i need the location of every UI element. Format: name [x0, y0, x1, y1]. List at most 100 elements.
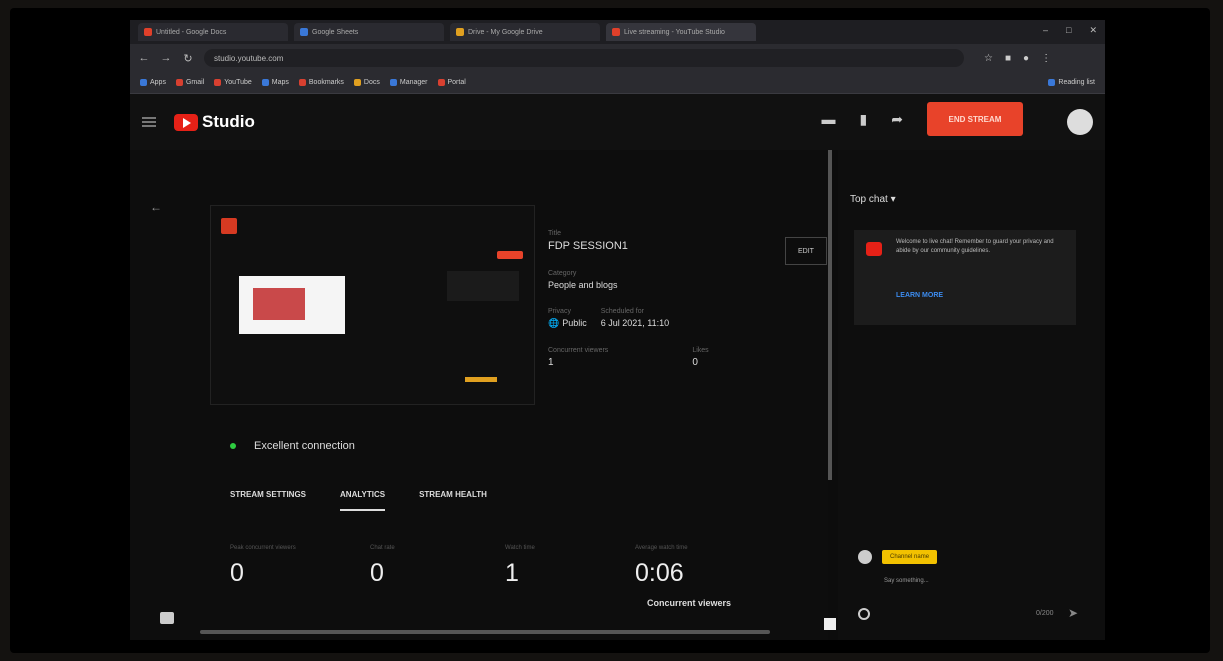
bookmark[interactable]: Apps [140, 79, 166, 86]
tab-stream-settings[interactable]: STREAM SETTINGS [230, 490, 306, 511]
metric-caption: Chat rate [370, 545, 395, 551]
privacy-row: Privacy 🌐 Public Scheduled for 6 Jul 2021… [548, 308, 798, 329]
browser-tab[interactable]: Drive - My Google Drive [450, 23, 600, 41]
concurrent-label: Concurrent viewers [548, 347, 609, 354]
bookmark-label: Gmail [185, 79, 205, 86]
menu-icon[interactable]: ⋮ [1041, 53, 1051, 64]
send-icon[interactable]: ➤ [1068, 606, 1078, 620]
tab-title: Drive - My Google Drive [468, 28, 543, 36]
mini-preview [447, 271, 519, 301]
tabs: STREAM SETTINGS ANALYTICS STREAM HEALTH [230, 490, 487, 511]
bookmark-icon [298, 79, 306, 86]
sheets-icon [300, 28, 308, 36]
bookmark[interactable]: Docs [353, 79, 380, 86]
tab-strip: Untitled - Google Docs Google Sheets Dri… [130, 20, 1105, 44]
bookmark[interactable]: Bookmarks [298, 79, 344, 86]
chat-input[interactable]: Say something... [884, 578, 929, 584]
chat-mode-dropdown[interactable]: Top chat ▾ [850, 194, 896, 205]
chart-label: Concurrent viewers [647, 598, 732, 608]
tab-analytics[interactable]: ANALYTICS [340, 490, 386, 511]
concurrent-value: 1 [548, 357, 554, 368]
extension-icon[interactable]: ■ [1005, 53, 1011, 64]
panel-scrollbar[interactable] [828, 150, 832, 480]
back-icon[interactable]: ← [138, 52, 150, 64]
metrics-row: Peak concurrent viewers 0 Chat rate 0 Wa… [230, 545, 750, 605]
avatar [858, 550, 872, 564]
bookmark[interactable]: Gmail [175, 79, 205, 86]
feedback-icon[interactable] [160, 612, 174, 624]
bookmark[interactable]: Reading list [1048, 79, 1095, 86]
likes-label: Likes [692, 347, 709, 354]
logo-text: Studio [202, 112, 255, 131]
address-bar: ← → ↻ studio.youtube.com ☆ ■ ● ⋮ [130, 44, 1105, 72]
end-stream-button[interactable]: END STREAM [927, 102, 1023, 136]
connection-status: Excellent connection [230, 440, 355, 452]
status-dot-icon [230, 443, 236, 449]
tab-title: Google Sheets [312, 28, 359, 36]
channel-name-badge: Channel name [882, 550, 938, 564]
share-icon[interactable]: ➦ [891, 111, 903, 128]
metric-value: 0 [230, 559, 244, 587]
bookmark-label: Bookmarks [308, 79, 344, 86]
youtube-icon [612, 28, 620, 36]
close-icon[interactable]: ✕ [1089, 25, 1097, 36]
reload-icon[interactable]: ↻ [182, 52, 194, 65]
preview-header [221, 218, 237, 234]
main-content: ← Title FDP SESSION1 Category People and… [130, 150, 828, 640]
bookmark[interactable]: Maps [261, 79, 289, 86]
youtube-icon [221, 218, 237, 234]
studio-header: Studio ▬ ▮ ➦ END STREAM [130, 94, 1105, 150]
browser-tab[interactable]: Google Sheets [294, 23, 444, 41]
resize-handle[interactable] [824, 618, 836, 630]
profile-icon[interactable]: ● [1023, 53, 1029, 64]
gmail-icon [175, 79, 183, 86]
globe-icon: 🌐 [548, 318, 560, 328]
metric-value: 0:06 [635, 559, 684, 587]
forward-icon[interactable]: → [160, 52, 172, 64]
metric-peak-viewers: Peak concurrent viewers 0 [230, 545, 296, 588]
youtube-icon [214, 79, 222, 86]
scheduled-value: 6 Jul 2021, 11:10 [600, 318, 670, 328]
page-icon [437, 79, 445, 86]
menu-icon[interactable] [142, 117, 156, 127]
metric-avg-watch-time: Average watch time 0:06 [635, 545, 688, 588]
photo-background: Untitled - Google Docs Google Sheets Dri… [0, 0, 1223, 661]
maximize-icon[interactable]: □ [1066, 25, 1071, 36]
star-icon[interactable]: ☆ [984, 53, 993, 64]
title-label: Title [548, 230, 561, 237]
minimize-icon[interactable]: – [1043, 25, 1048, 36]
stream-category: People and blogs [548, 280, 618, 290]
bookmark-label: YouTube [224, 79, 252, 86]
bookmarks-bar: Apps Gmail YouTube Maps Bookmarks Docs M… [130, 72, 1105, 94]
browser-tab[interactable]: Untitled - Google Docs [138, 23, 288, 41]
bookmark[interactable]: Portal [437, 79, 466, 86]
back-arrow-icon[interactable]: ← [150, 200, 162, 214]
camera-icon[interactable]: ▬ [822, 111, 836, 127]
bookmark[interactable]: YouTube [214, 79, 252, 86]
stream-thumbnail[interactable] [239, 276, 345, 334]
stream-title: FDP SESSION1 [548, 240, 628, 252]
youtube-icon [866, 242, 882, 256]
studio-logo[interactable]: Studio [174, 112, 255, 132]
metric-caption: Average watch time [635, 545, 688, 551]
horizontal-scrollbar[interactable] [200, 630, 770, 634]
url-field[interactable]: studio.youtube.com [204, 49, 964, 67]
learn-more-link[interactable]: LEARN MORE [896, 292, 943, 299]
bookmark[interactable]: Manager [389, 79, 428, 86]
metric-caption: Peak concurrent viewers [230, 545, 296, 551]
tab-stream-health[interactable]: STREAM HEALTH [419, 490, 487, 511]
edit-button[interactable]: EDIT [785, 237, 827, 265]
apps-icon [140, 79, 147, 86]
avatar[interactable] [1067, 109, 1093, 135]
chat-header-label: Top chat [850, 194, 888, 205]
connection-text: Excellent connection [254, 440, 355, 452]
tab-title: Live streaming - YouTube Studio [624, 28, 725, 36]
emoji-icon[interactable] [858, 608, 870, 620]
address-icons: ☆ ■ ● ⋮ [984, 53, 1051, 64]
bookmark-label: Apps [150, 79, 166, 86]
bookmark-label: Manager [399, 79, 428, 86]
report-icon[interactable]: ▮ [860, 111, 868, 128]
live-badge [497, 251, 523, 259]
browser-tab-active[interactable]: Live streaming - YouTube Studio [606, 23, 756, 41]
likes-value: 0 [692, 357, 698, 368]
